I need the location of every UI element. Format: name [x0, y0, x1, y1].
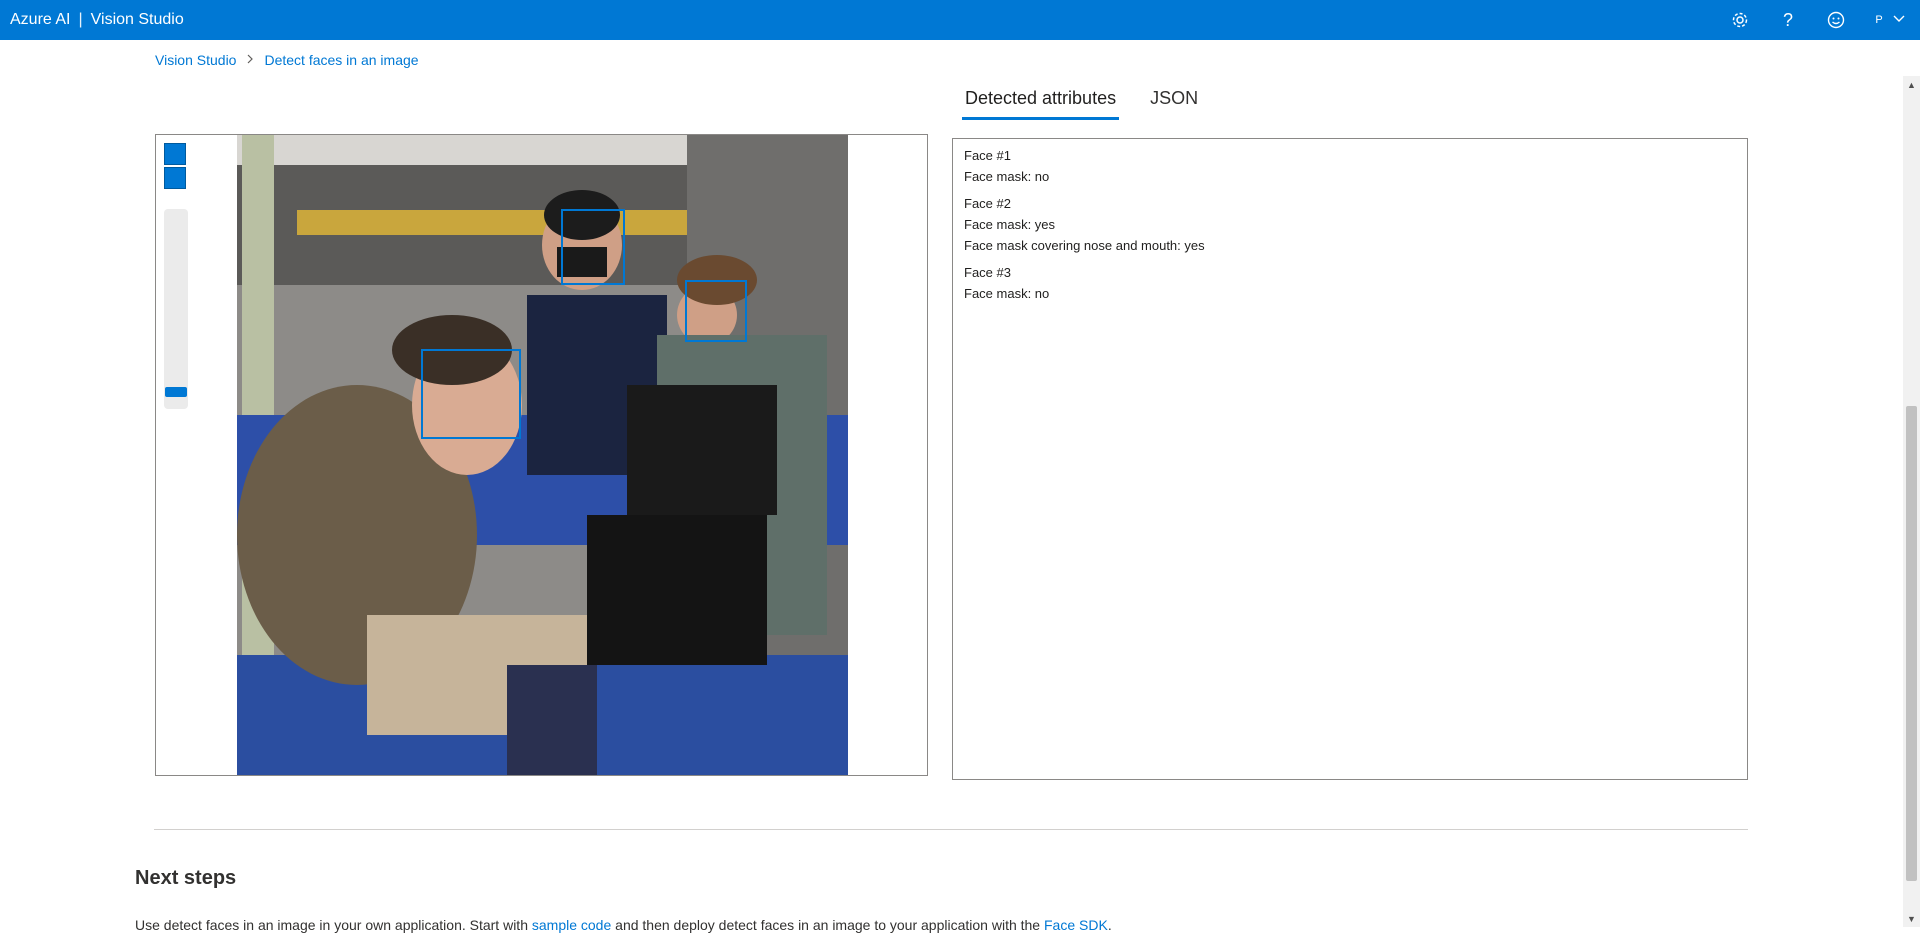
product-name: Vision Studio	[90, 11, 184, 28]
face-box-1[interactable]	[421, 349, 521, 439]
face-attributes-2: Face #2 Face mask: yes Face mask coverin…	[964, 193, 1736, 256]
chevron-down-icon	[1893, 14, 1905, 26]
zoom-in-button[interactable]	[164, 143, 186, 165]
avatar: P	[1875, 14, 1883, 26]
face-title: Face #1	[964, 148, 1011, 163]
section-divider	[154, 829, 1748, 830]
face-sdk-link[interactable]: Face SDK	[1044, 917, 1108, 933]
next-steps-text: Use detect faces in an image in your own…	[135, 917, 1112, 933]
face-attributes-3: Face #3 Face mask: no	[964, 262, 1736, 304]
result-tabs: Detected attributes JSON	[962, 84, 1201, 120]
face-title: Face #3	[964, 265, 1011, 280]
face-attributes-1: Face #1 Face mask: no	[964, 145, 1736, 187]
tab-json[interactable]: JSON	[1147, 84, 1201, 120]
account-button[interactable]: P	[1860, 0, 1920, 40]
next-steps-middle: and then deploy detect faces in an image…	[611, 917, 1044, 933]
face-title: Face #2	[964, 196, 1011, 211]
face-attribute: Face mask: no	[964, 169, 1050, 184]
face-box-2[interactable]	[561, 209, 625, 285]
brand-name: Azure AI	[10, 11, 71, 28]
scroll-down-icon[interactable]: ▼	[1903, 910, 1920, 927]
feedback-icon[interactable]	[1812, 0, 1860, 40]
breadcrumb: Vision Studio Detect faces in an image	[155, 52, 419, 68]
sample-code-link[interactable]: sample code	[532, 917, 611, 933]
analyzed-image	[237, 135, 848, 775]
page-scrollbar[interactable]: ▲ ▼	[1903, 76, 1920, 927]
settings-icon[interactable]	[1716, 0, 1764, 40]
face-attribute: Face mask: no	[964, 286, 1050, 301]
app-title[interactable]: Azure AI | Vision Studio	[0, 11, 184, 29]
chevron-right-icon	[246, 53, 254, 67]
zoom-slider[interactable]	[164, 209, 188, 409]
scroll-up-icon[interactable]: ▲	[1903, 76, 1920, 93]
zoom-controls	[164, 143, 188, 191]
tab-detected-attributes[interactable]: Detected attributes	[962, 84, 1120, 120]
top-bar: Azure AI | Vision Studio ? P	[0, 0, 1920, 40]
zoom-out-button[interactable]	[164, 167, 186, 189]
next-steps-prefix: Use detect faces in an image in your own…	[135, 917, 532, 933]
next-steps-heading: Next steps	[135, 867, 237, 889]
zoom-slider-thumb[interactable]	[165, 387, 187, 397]
breadcrumb-detect-faces[interactable]: Detect faces in an image	[264, 52, 418, 68]
image-viewer	[155, 134, 928, 776]
help-icon[interactable]: ?	[1764, 0, 1812, 40]
next-steps-suffix: .	[1107, 917, 1112, 933]
face-box-3[interactable]	[685, 280, 747, 342]
scrollbar-thumb[interactable]	[1906, 406, 1917, 881]
face-attribute: Face mask covering nose and mouth: yes	[964, 238, 1205, 253]
face-attribute: Face mask: yes	[964, 217, 1056, 232]
breadcrumb-vision-studio[interactable]: Vision Studio	[155, 52, 236, 68]
detected-attributes-panel: Face #1 Face mask: no Face #2 Face mask:…	[952, 138, 1748, 780]
brand-separator: |	[78, 11, 83, 28]
